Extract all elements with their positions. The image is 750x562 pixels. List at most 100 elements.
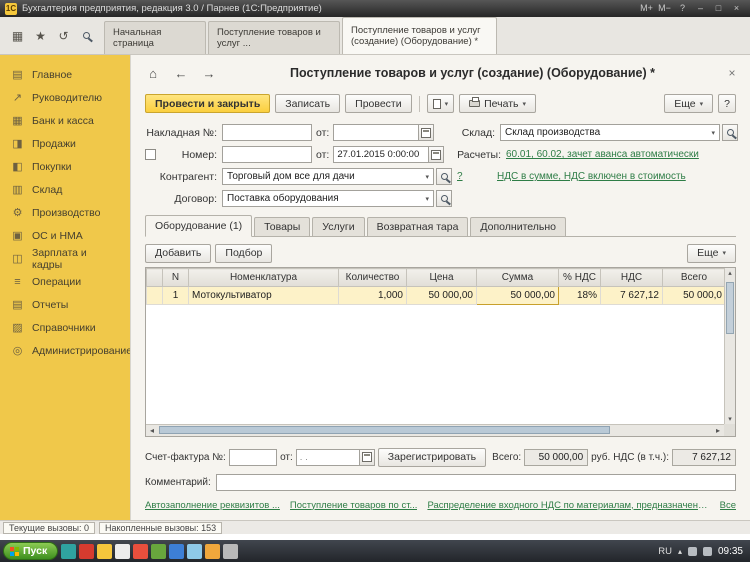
contract-combo[interactable]: Поставка оборудования ▾ xyxy=(222,190,434,207)
all-links-link[interactable]: Все xyxy=(720,500,736,511)
sidebar-item-fixed-assets[interactable]: ▣ ОС и НМА xyxy=(0,224,130,247)
facture-number-input[interactable] xyxy=(228,448,278,466)
facture-date-input[interactable]: . . xyxy=(295,448,360,466)
register-facture-button[interactable]: Зарегистрировать xyxy=(377,447,487,467)
taskbar-quicklaunch-icon[interactable] xyxy=(187,543,203,559)
maximize-button[interactable]: □ xyxy=(710,2,727,15)
cell-vat-amount[interactable]: 7 627,12 xyxy=(600,286,663,305)
sidebar-item-sales[interactable]: ◨ Продажи xyxy=(0,132,130,155)
cell-quantity[interactable]: 1,000 xyxy=(338,286,407,305)
number-checkbox[interactable] xyxy=(145,149,156,160)
taskbar-quicklaunch-icon[interactable] xyxy=(205,543,221,559)
sidebar-item-directories[interactable]: ▨ Справочники xyxy=(0,316,130,339)
column-header[interactable]: Сумма xyxy=(476,268,559,287)
back-icon[interactable]: ← xyxy=(169,63,193,83)
column-header[interactable]: % НДС xyxy=(558,268,601,287)
taskbar-quicklaunch-icon[interactable] xyxy=(97,543,113,559)
scale-plus-button[interactable]: М+ xyxy=(638,2,655,15)
counterparty-help-link[interactable]: ? xyxy=(457,171,463,182)
window-help-button[interactable]: ? xyxy=(674,2,691,15)
search-icon[interactable] xyxy=(76,25,97,46)
item-tab-goods[interactable]: Товары xyxy=(254,217,311,236)
taskbar-quicklaunch-icon[interactable] xyxy=(115,543,131,559)
vertical-scroll-thumb[interactable] xyxy=(726,282,734,334)
post-button[interactable]: Провести xyxy=(345,94,412,113)
favorites-icon[interactable]: ★ xyxy=(30,25,51,46)
start-button[interactable]: Пуск xyxy=(3,542,59,560)
item-tab-additional[interactable]: Дополнительно xyxy=(470,217,566,236)
tab-home-page[interactable]: Начальная страница xyxy=(104,21,206,54)
vat-settings-link[interactable]: НДС в сумме, НДС включен в стоимость xyxy=(497,171,686,182)
home-icon[interactable]: ⌂ xyxy=(141,63,165,83)
invoice-number-input[interactable] xyxy=(222,124,312,141)
vat-distribution-link[interactable]: Распределение входного НДС по материалам… xyxy=(427,500,709,511)
scroll-right-icon[interactable]: ▸ xyxy=(712,425,724,436)
calendar-icon[interactable] xyxy=(359,448,375,466)
table-row[interactable]: 1 Мотокультиватор 1,000 50 000,00 50 000… xyxy=(146,286,726,305)
cell-line-number[interactable]: 1 xyxy=(162,286,189,305)
column-header[interactable]: Цена xyxy=(406,268,477,287)
close-form-icon[interactable]: × xyxy=(724,66,740,80)
vertical-scrollbar[interactable]: ▴ ▾ xyxy=(724,268,735,424)
calendar-icon[interactable] xyxy=(419,124,435,141)
sidebar-item-administration[interactable]: ◎ Администрирование xyxy=(0,339,132,362)
forward-icon[interactable]: → xyxy=(197,63,221,83)
save-button[interactable]: Записать xyxy=(275,94,341,113)
column-header[interactable]: Количество xyxy=(338,268,407,287)
tab-goods-receipt-list[interactable]: Поступление товаров и услуг ... xyxy=(208,21,340,54)
warehouse-combo[interactable]: Склад производства ▾ xyxy=(500,124,720,141)
cell-price[interactable]: 50 000,00 xyxy=(406,286,477,305)
taskbar-quicklaunch-icon[interactable] xyxy=(61,543,77,559)
sidebar-item-bank-cash[interactable]: ▦ Банк и касса xyxy=(0,109,130,132)
close-window-button[interactable]: × xyxy=(728,2,745,15)
language-indicator[interactable]: RU xyxy=(658,546,672,557)
grid-more-button[interactable]: Еще ▾ xyxy=(687,243,736,263)
cell-vat-rate[interactable]: 18% xyxy=(558,286,601,305)
pick-button[interactable]: Подбор xyxy=(215,243,273,263)
goods-receipt-link[interactable]: Поступление товаров по ст... xyxy=(290,500,418,511)
help-button[interactable]: ? xyxy=(718,94,736,113)
main-menu-icon[interactable]: ▦ xyxy=(7,25,28,46)
more-button[interactable]: Еще ▾ xyxy=(664,94,714,113)
sidebar-item-main[interactable]: ▤ Главное xyxy=(0,63,130,86)
taskbar-quicklaunch-icon[interactable] xyxy=(79,543,95,559)
comment-input[interactable] xyxy=(215,474,736,491)
invoice-date-input[interactable] xyxy=(333,124,420,141)
history-icon[interactable]: ↺ xyxy=(53,25,74,46)
column-header[interactable]: НДС xyxy=(600,268,663,287)
scroll-up-icon[interactable]: ▴ xyxy=(725,269,735,277)
taskbar-clock[interactable]: 09:35 xyxy=(718,546,743,557)
add-row-button[interactable]: Добавить xyxy=(145,243,212,263)
taskbar-quicklaunch-icon[interactable] xyxy=(133,543,149,559)
counterparty-lookup-icon[interactable] xyxy=(436,168,452,185)
taskbar-quicklaunch-icon[interactable] xyxy=(223,543,239,559)
cell-total[interactable]: 50 000,0 xyxy=(662,286,726,305)
minimize-button[interactable]: – xyxy=(692,2,709,15)
warehouse-lookup-icon[interactable] xyxy=(722,124,738,141)
sidebar-item-purchases[interactable]: ◧ Покупки xyxy=(0,155,130,178)
calendar-icon[interactable] xyxy=(429,146,445,163)
cell-nomenclature[interactable]: Мотокультиватор xyxy=(188,286,339,305)
item-tab-equipment[interactable]: Оборудование (1) xyxy=(145,215,253,237)
scale-minus-button[interactable]: М− xyxy=(656,2,673,15)
column-header[interactable]: Номенклатура xyxy=(188,268,339,287)
autofill-link[interactable]: Автозаполнение реквизитов ... xyxy=(145,500,280,511)
counterparty-combo[interactable]: Торговый дом все для дачи ▾ xyxy=(222,168,434,185)
taskbar-quicklaunch-icon[interactable] xyxy=(169,543,185,559)
contract-lookup-icon[interactable] xyxy=(436,190,452,207)
tray-status-icon[interactable] xyxy=(702,546,712,556)
document-date-input[interactable]: 27.01.2015 0:00:00 xyxy=(333,146,430,163)
sidebar-item-production[interactable]: ⚙ Производство xyxy=(0,201,130,224)
sidebar-item-warehouse[interactable]: ▥ Склад xyxy=(0,178,130,201)
sidebar-item-manager[interactable]: ↗ Руководителю xyxy=(0,86,130,109)
horizontal-scroll-thumb[interactable] xyxy=(159,426,610,434)
sidebar-item-operations[interactable]: ≡ Операции xyxy=(0,270,130,293)
column-header[interactable]: Всего xyxy=(662,268,726,287)
tray-expand-icon[interactable]: ▴ xyxy=(678,547,682,556)
post-and-close-button[interactable]: Провести и закрыть xyxy=(145,94,271,113)
column-header[interactable]: N xyxy=(162,268,189,287)
taskbar-quicklaunch-icon[interactable] xyxy=(151,543,167,559)
tray-status-icon[interactable] xyxy=(687,546,697,556)
number-input[interactable] xyxy=(222,146,312,163)
create-based-on-button[interactable]: ▾ xyxy=(426,94,455,113)
